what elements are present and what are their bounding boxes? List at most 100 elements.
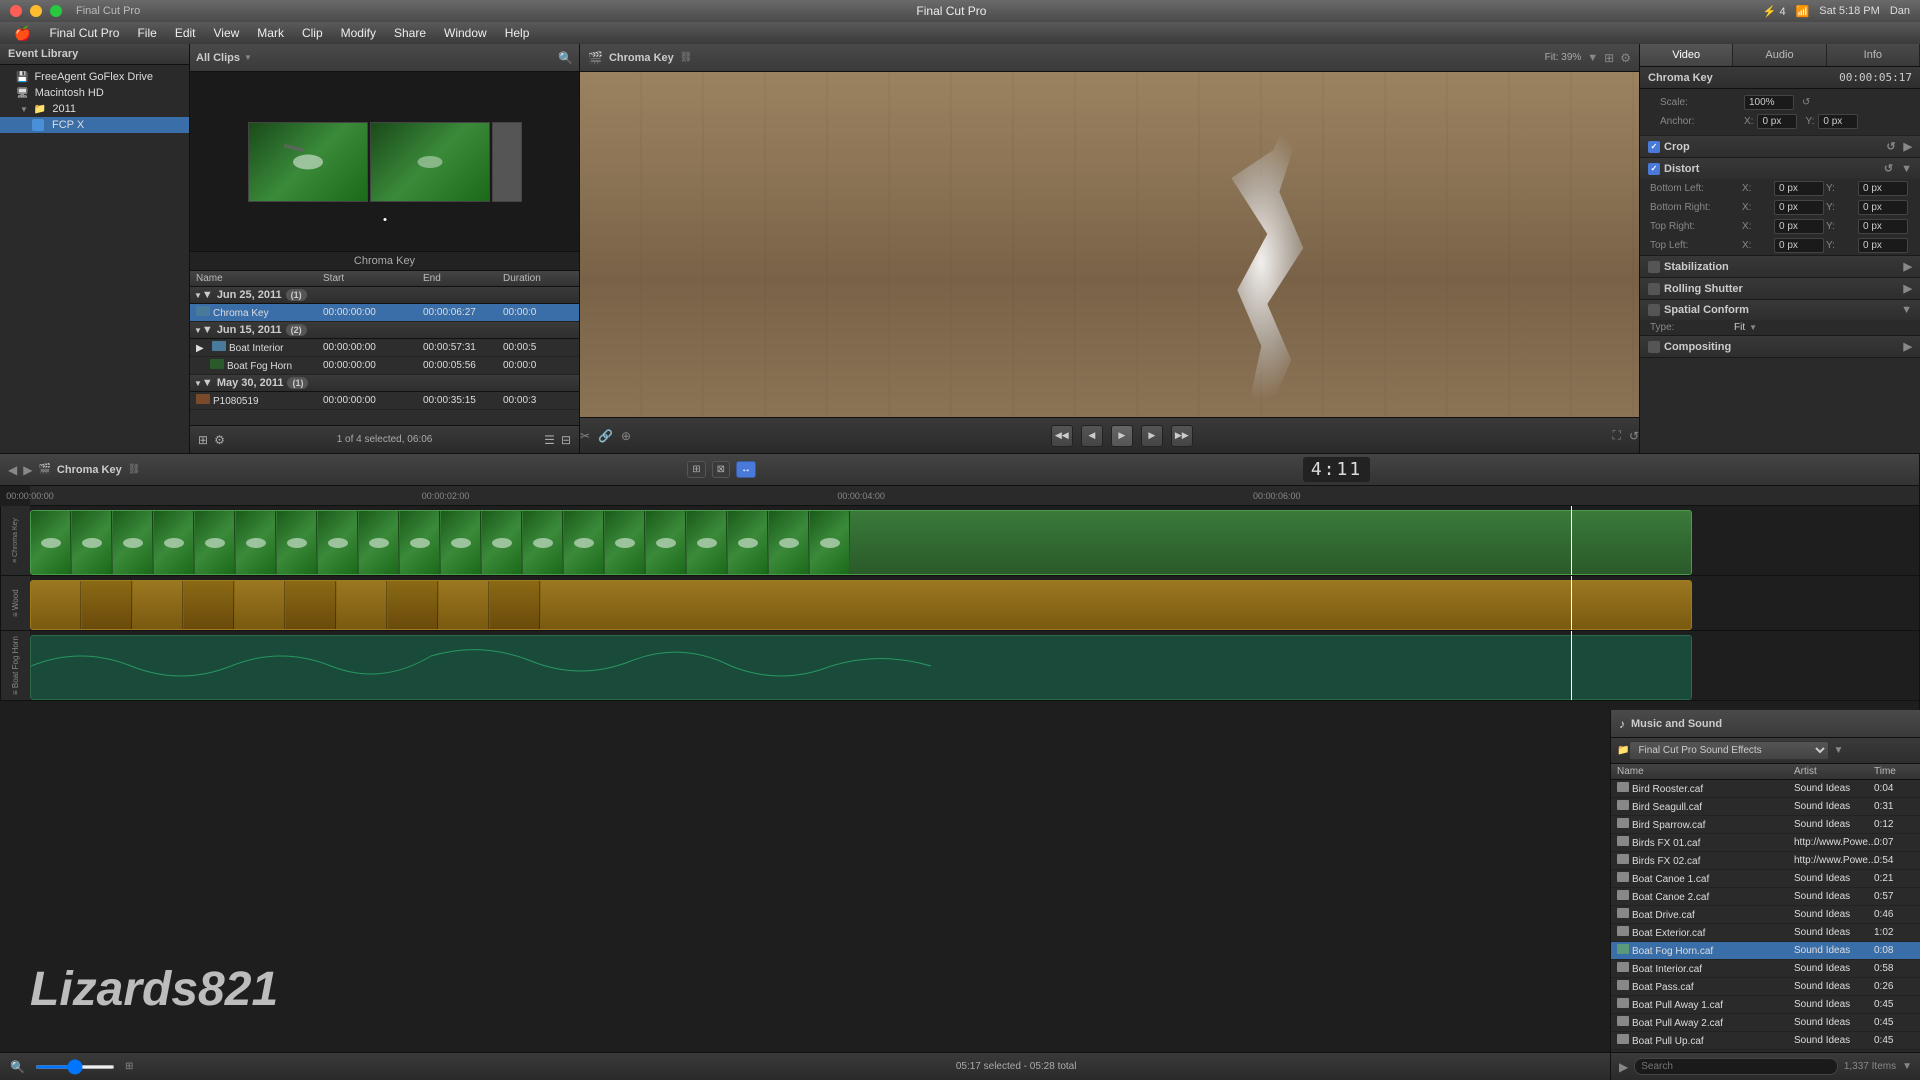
sidebar-item-2011[interactable]: 📁 2011	[0, 101, 189, 117]
rewind-button[interactable]: ◀◀	[1051, 425, 1073, 447]
date-group-may30[interactable]: ▼ May 30, 2011 (1)	[190, 375, 579, 392]
tl-y-input[interactable]	[1858, 238, 1908, 253]
browser-view-2[interactable]: ⊟	[561, 433, 571, 447]
date-group-jun15[interactable]: ▼ Jun 15, 2011 (2)	[190, 322, 579, 339]
music-row-birds-fx02[interactable]: Birds FX 02.caf http://www.Powe... 0:54	[1611, 852, 1920, 870]
music-row-boat-canoe2[interactable]: Boat Canoe 2.caf Sound Ideas 0:57	[1611, 888, 1920, 906]
filter-options-icon[interactable]: ▼	[1833, 745, 1843, 756]
clip-row-chroma-key[interactable]: Chroma Key 00:00:00:00 00:00:06:27 00:00…	[190, 304, 579, 322]
rolling-shutter-expand-icon[interactable]: ▶	[1904, 282, 1912, 295]
tool-2[interactable]: ⊠	[712, 461, 730, 478]
tab-video[interactable]: Video	[1640, 44, 1733, 66]
sidebar-item-fcpx[interactable]: FCP X	[0, 117, 189, 133]
sidebar-item-freeagent[interactable]: 💾 FreeAgent GoFlex Drive	[0, 69, 189, 85]
tl-x-input[interactable]	[1774, 238, 1824, 253]
distort-reset-icon[interactable]: ↺	[1884, 162, 1893, 175]
menu-clip[interactable]: Clip	[294, 24, 331, 42]
trim-icon[interactable]: ✂	[580, 429, 590, 443]
music-row-boat-canoe1[interactable]: Boat Canoe 1.caf Sound Ideas 0:21	[1611, 870, 1920, 888]
apple-menu[interactable]: 🍎	[6, 25, 39, 42]
music-row-bird-sparrow[interactable]: Bird Sparrow.caf Sound Ideas 0:12	[1611, 816, 1920, 834]
compositing-expand-icon[interactable]: ▶	[1904, 340, 1912, 353]
music-row-boat-pull-away2[interactable]: Boat Pull Away 2.caf Sound Ideas 0:45	[1611, 1014, 1920, 1032]
music-row-bird-rooster[interactable]: Bird Rooster.caf Sound Ideas 0:04	[1611, 780, 1920, 798]
spatial-conform-expand-icon[interactable]: ▼	[1901, 304, 1912, 316]
fit-button[interactable]: ⊞	[125, 1061, 133, 1072]
viewer-options-icon[interactable]: ⚙	[1620, 51, 1631, 65]
distort-expand-icon[interactable]: ▼	[1901, 163, 1912, 175]
music-row-boat-pull-up[interactable]: Boat Pull Up.caf Sound Ideas 0:45	[1611, 1032, 1920, 1050]
music-row-boat-pass[interactable]: Boat Pass.caf Sound Ideas 0:26	[1611, 978, 1920, 996]
play-button[interactable]: ▶	[1111, 425, 1133, 447]
date-group-jun25[interactable]: ▼ Jun 25, 2011 (1)	[190, 287, 579, 304]
crop-reset-icon[interactable]: ↺	[1886, 140, 1895, 153]
menu-view[interactable]: View	[206, 24, 248, 42]
anchor-x-input[interactable]	[1757, 114, 1797, 129]
step-forward-button[interactable]: ▶	[1141, 425, 1163, 447]
timeline-forward-icon[interactable]: ▶	[23, 463, 32, 477]
menu-file[interactable]: File	[129, 24, 164, 42]
distort-header[interactable]: ✓ Distort ↺ ▼	[1640, 158, 1920, 179]
menu-edit[interactable]: Edit	[167, 24, 204, 42]
clip-row-p1080519[interactable]: P1080519 00:00:00:00 00:00:35:15 00:00:3	[190, 392, 579, 410]
crop-checkbox[interactable]: ✓	[1648, 141, 1660, 153]
tr-x-input[interactable]	[1774, 219, 1824, 234]
tab-audio[interactable]: Audio	[1733, 44, 1826, 66]
browser-tools-2[interactable]: ⚙	[214, 433, 225, 447]
insert-icon[interactable]: ⊕	[621, 429, 631, 443]
keyframe-diamond-icon[interactable]	[1907, 186, 1913, 192]
rolling-shutter-checkbox[interactable]	[1648, 283, 1660, 295]
search-icon[interactable]: 🔍	[558, 51, 573, 65]
refresh-icon[interactable]: ↺	[1629, 429, 1639, 443]
fullscreen-icon[interactable]: ⛶	[1613, 428, 1621, 443]
sidebar-item-macintosh[interactable]: 🖥 Macintosh HD	[0, 85, 189, 101]
zoom-down-icon[interactable]: ▼	[1587, 52, 1598, 64]
maximize-button[interactable]	[50, 5, 62, 17]
fit-toggle-icon[interactable]: ⊞	[1604, 51, 1614, 65]
spatial-conform-header[interactable]: Spatial Conform ▼	[1640, 300, 1920, 320]
chroma-key-clip-block[interactable]	[30, 510, 1692, 575]
music-row-bird-seagull[interactable]: Bird Seagull.caf Sound Ideas 0:31	[1611, 798, 1920, 816]
music-row-boat-exterior[interactable]: Boat Exterior.caf Sound Ideas 1:02	[1611, 924, 1920, 942]
type-dropdown-icon[interactable]: ▼	[1749, 323, 1757, 332]
audio-clip-block[interactable]	[30, 635, 1692, 700]
menu-mark[interactable]: Mark	[249, 24, 292, 42]
minimize-button[interactable]	[30, 5, 42, 17]
anchor-y-input[interactable]	[1818, 114, 1858, 129]
distort-checkbox[interactable]: ✓	[1648, 163, 1660, 175]
tr-y-input[interactable]	[1858, 219, 1908, 234]
crop-expand-icon[interactable]: ▶	[1904, 140, 1912, 153]
spatial-conform-checkbox[interactable]	[1648, 304, 1660, 316]
filter-dropdown[interactable]: Final Cut Pro Sound Effects	[1629, 741, 1829, 760]
timeline-zoom-controls[interactable]: 🔍	[10, 1060, 25, 1074]
menu-share[interactable]: Share	[386, 24, 434, 42]
br-y-input[interactable]	[1858, 200, 1908, 215]
menu-modify[interactable]: Modify	[333, 24, 384, 42]
browser-tools-1[interactable]: ⊞	[198, 433, 208, 447]
scale-input[interactable]	[1744, 95, 1794, 110]
music-row-birds-fx01[interactable]: Birds FX 01.caf http://www.Powe... 0:07	[1611, 834, 1920, 852]
music-search-input[interactable]	[1634, 1058, 1838, 1075]
music-row-boat-drive[interactable]: Boat Drive.caf Sound Ideas 0:46	[1611, 906, 1920, 924]
close-button[interactable]	[10, 5, 22, 17]
stabilization-expand-icon[interactable]: ▶	[1904, 260, 1912, 273]
clip-row-boat-interior[interactable]: ▶Boat Interior 00:00:00:00 00:00:57:31 0…	[190, 339, 579, 357]
timeline-back-icon[interactable]: ◀	[8, 463, 17, 477]
menu-app[interactable]: Final Cut Pro	[41, 24, 127, 42]
crop-header[interactable]: ✓ Crop ↺ ▶	[1640, 136, 1920, 157]
zoom-slider[interactable]	[35, 1065, 115, 1069]
stabilization-checkbox[interactable]	[1648, 261, 1660, 273]
rolling-shutter-header[interactable]: Rolling Shutter ▶	[1640, 278, 1920, 299]
fast-forward-button[interactable]: ▶▶	[1171, 425, 1193, 447]
connect-icon[interactable]: 🔗	[598, 429, 613, 443]
reset-scale-icon[interactable]: ↺	[1802, 97, 1810, 108]
bl-x-input[interactable]	[1774, 181, 1824, 196]
compositing-checkbox[interactable]	[1648, 341, 1660, 353]
compositing-header[interactable]: Compositing ▶	[1640, 336, 1920, 357]
play-preview-button[interactable]: ▶	[1619, 1060, 1628, 1074]
music-row-boat-interior[interactable]: Boat Interior.caf Sound Ideas 0:58	[1611, 960, 1920, 978]
browser-view-1[interactable]: ☰	[544, 433, 555, 447]
br-x-input[interactable]	[1774, 200, 1824, 215]
step-back-button[interactable]: ◀	[1081, 425, 1103, 447]
menu-help[interactable]: Help	[497, 24, 538, 42]
